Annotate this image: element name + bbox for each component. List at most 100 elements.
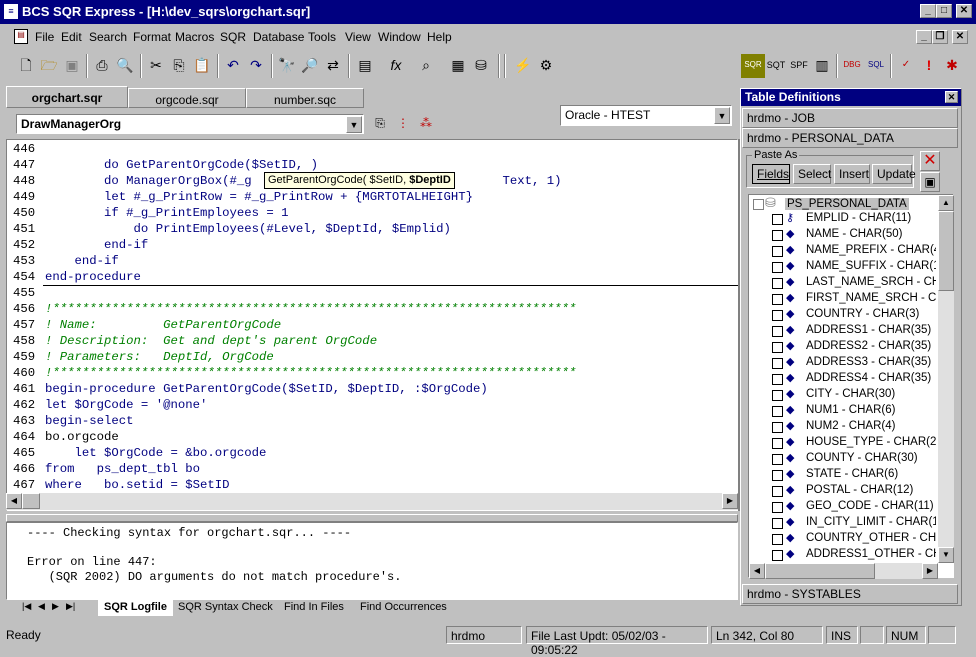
tree-field-item[interactable]: ◆ COUNTRY_OTHER - CHAF (752, 531, 936, 547)
outline-icon[interactable]: ⁂ (414, 112, 438, 136)
next-tab-icon[interactable]: ▶ (52, 601, 59, 612)
connect-icon[interactable]: ⚡ (511, 54, 535, 78)
code-editor[interactable]: 446 447 448 449 450 451 452 453 454 455 … (6, 139, 739, 511)
tree-field-item[interactable]: ◆ FIRST_NAME_SRCH - CHA (752, 291, 936, 307)
scroll-thumb[interactable] (938, 211, 954, 291)
tree-field-item[interactable]: ◆ ADDRESS1 - CHAR(35) (752, 323, 936, 339)
field-checkbox[interactable] (772, 406, 783, 417)
field-checkbox[interactable] (772, 422, 783, 433)
paste-fields-button[interactable]: Fields (752, 164, 790, 184)
tab-find-in-files[interactable]: Find In Files (278, 600, 350, 616)
table-item-job[interactable]: hrdmo - JOB (742, 108, 958, 128)
tree-field-item[interactable]: ◆ COUNTRY - CHAR(3) (752, 307, 936, 323)
function-select[interactable]: DrawManagerOrg ▼ (16, 114, 364, 134)
field-checkbox[interactable] (772, 518, 783, 529)
menu-tools[interactable]: Tools (308, 30, 336, 44)
field-checkbox[interactable] (772, 454, 783, 465)
tree-field-item[interactable]: ◆ LAST_NAME_SRCH - CHAR (752, 275, 936, 291)
debug-icon[interactable]: DBG (840, 54, 864, 78)
save-icon[interactable]: ▣ (60, 54, 84, 78)
tree-field-item[interactable]: ⚷ EMPLID - CHAR(11) (752, 211, 936, 227)
close-button[interactable]: ✕ (956, 4, 972, 18)
field-checkbox[interactable] (772, 390, 783, 401)
error-icon[interactable]: ! (917, 54, 941, 78)
tree-field-item[interactable]: ◆ NUM2 - CHAR(4) (752, 419, 936, 435)
tree-horizontal-scrollbar[interactable]: ◀ ▶ (749, 563, 938, 579)
check-syntax-icon[interactable]: ✓ (894, 54, 918, 78)
format-icon[interactable]: ▤ (353, 54, 377, 78)
scroll-down-icon[interactable]: ▼ (938, 547, 954, 563)
menu-file[interactable]: File (35, 30, 54, 44)
field-checkbox[interactable] (772, 374, 783, 385)
field-checkbox[interactable] (772, 262, 783, 273)
tree-field-item[interactable]: ◆ POSTAL - CHAR(12) (752, 483, 936, 499)
tree-field-item[interactable]: ◆ CITY - CHAR(30) (752, 387, 936, 403)
sqr-run-icon[interactable]: SQR (741, 54, 765, 78)
remove-table-icon[interactable]: ✕ (920, 151, 940, 171)
tab-orgcode[interactable]: orgcode.sqr (128, 88, 246, 108)
replace-icon[interactable]: ⇄ (321, 54, 345, 78)
menu-macros[interactable]: Macros (175, 30, 214, 44)
field-checkbox[interactable] (772, 294, 783, 305)
spf-icon[interactable]: SPF (787, 54, 811, 78)
editor-horizontal-scrollbar[interactable]: ◀ ▶ (6, 493, 738, 510)
mdi-minimize-button[interactable]: _ (916, 30, 932, 44)
menu-database[interactable]: Database (253, 30, 304, 44)
layout-icon[interactable]: ▦ (446, 54, 470, 78)
tab-sqr-logfile[interactable]: SQR Logfile (98, 600, 173, 616)
close-icon[interactable]: ✕ (945, 91, 958, 103)
properties-icon[interactable]: ⚙ (534, 54, 558, 78)
tree-field-item[interactable]: ◆ NAME_PREFIX - CHAR(4) (752, 243, 936, 259)
scroll-thumb[interactable] (765, 563, 875, 579)
table-properties-icon[interactable]: ▣ (920, 172, 940, 192)
field-checkbox[interactable] (772, 342, 783, 353)
field-checkbox[interactable] (772, 534, 783, 545)
goto-icon[interactable]: ⎘ (368, 112, 392, 136)
prev-tab-icon[interactable]: ◀ (38, 601, 45, 612)
chevron-down-icon[interactable]: ▼ (346, 116, 362, 133)
tree-vertical-scrollbar[interactable]: ▲ ▼ (938, 195, 954, 563)
open-folder-icon[interactable]: 🗁 (37, 54, 61, 78)
scroll-left-icon[interactable]: ◀ (6, 493, 22, 509)
tree-field-item[interactable]: ◆ ADDRESS4 - CHAR(35) (752, 371, 936, 387)
print-icon[interactable]: ⎙ (90, 54, 114, 78)
paste-insert-button[interactable]: Insert (834, 164, 870, 184)
viewer-icon[interactable]: ▥ (810, 54, 834, 78)
tree-field-item[interactable]: ◆ STATE - CHAR(6) (752, 467, 936, 483)
field-checkbox[interactable] (772, 438, 783, 449)
cut-icon[interactable]: ✂ (144, 54, 168, 78)
tree-field-item[interactable]: ◆ HOUSE_TYPE - CHAR(2) (752, 435, 936, 451)
scroll-left-icon[interactable]: ◀ (749, 563, 765, 579)
tab-number[interactable]: number.sqc (246, 88, 364, 108)
table-item-personal-data[interactable]: hrdmo - PERSONAL_DATA (742, 128, 958, 148)
field-checkbox[interactable] (772, 470, 783, 481)
tab-orgchart[interactable]: orgchart.sqr (6, 86, 128, 108)
procedure-list-icon[interactable]: ⋮ (391, 112, 415, 136)
tree-field-item[interactable]: ◆ IN_CITY_LIMIT - CHAR(1) (752, 515, 936, 531)
field-checkbox[interactable] (772, 550, 783, 561)
tree-field-item[interactable]: ◆ ADDRESS2 - CHAR(35) (752, 339, 936, 355)
function-icon[interactable]: fx (384, 54, 408, 78)
sqt-icon[interactable]: SQT (764, 54, 788, 78)
field-checkbox[interactable] (772, 214, 783, 225)
field-checkbox[interactable] (772, 486, 783, 497)
table-item-systables[interactable]: hrdmo - SYSTABLES (742, 584, 958, 604)
first-tab-icon[interactable]: |◀ (22, 601, 31, 612)
menu-help[interactable]: Help (427, 30, 452, 44)
sql-icon[interactable]: SQL (864, 54, 888, 78)
paste-select-button[interactable]: Select (793, 164, 831, 184)
tree-field-item[interactable]: ◆ ADDRESS3 - CHAR(35) (752, 355, 936, 371)
last-tab-icon[interactable]: ▶| (66, 601, 75, 612)
scroll-up-icon[interactable]: ▲ (938, 195, 954, 211)
menu-edit[interactable]: Edit (61, 30, 82, 44)
menu-window[interactable]: Window (378, 30, 421, 44)
new-file-icon[interactable]: 🗋 (14, 54, 38, 78)
tree-field-item[interactable]: ◆ GEO_CODE - CHAR(11) (752, 499, 936, 515)
field-checkbox[interactable] (772, 278, 783, 289)
mdi-restore-button[interactable]: ❐ (932, 30, 948, 44)
field-checkbox[interactable] (772, 246, 783, 257)
database-icon[interactable]: ⛁ (469, 54, 493, 78)
find-next-icon[interactable]: 🔎 (298, 54, 322, 78)
menu-sqr[interactable]: SQR (220, 30, 246, 44)
copy-icon[interactable]: ⎘ (167, 54, 191, 78)
